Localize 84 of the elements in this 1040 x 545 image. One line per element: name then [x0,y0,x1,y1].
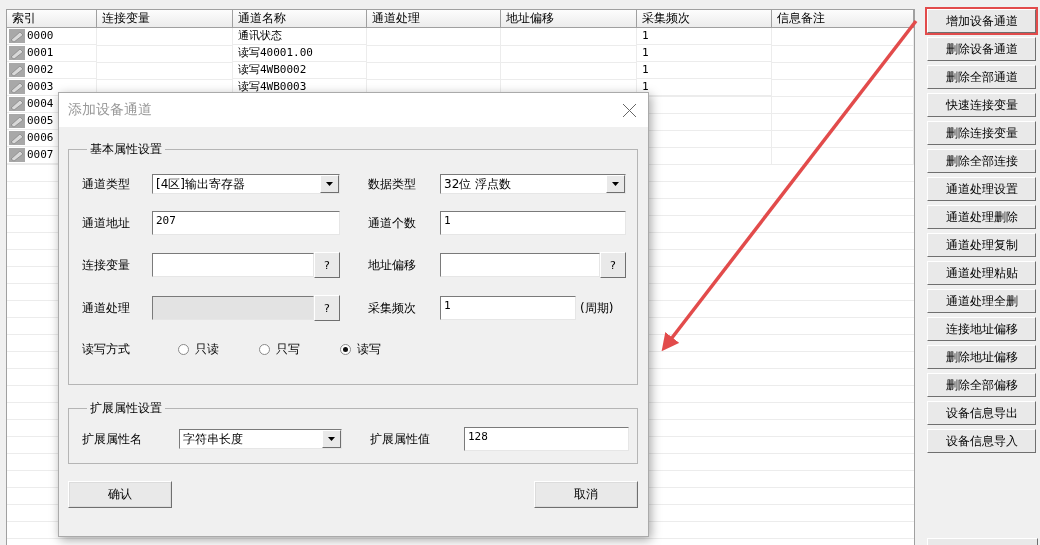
field-label: 通道个数 [368,214,417,232]
table-cell: 通讯状态 [233,28,367,45]
input-field[interactable]: 1 [440,211,626,235]
chip-icon [9,29,25,43]
index-text: 0000 [27,28,54,44]
toolbar-button[interactable]: 通道处理设置 [927,177,1036,201]
dropdown-value: 32位 浮点数 [444,175,512,193]
field-label: 扩展属性值 [370,430,431,448]
field-label: 读写方式 [82,341,131,358]
chip-icon [9,131,25,145]
radio-button[interactable] [178,344,189,355]
dialog-button[interactable]: 取消 [534,481,638,508]
radio-option[interactable]: 只写 [259,341,300,358]
index-text: 0003 [27,79,54,95]
toolbar-button[interactable]: 设备信息导出 [927,401,1036,425]
index-text: 0004 [27,96,54,112]
index-text: 0005 [27,113,54,129]
help-button[interactable]: ? [314,252,340,278]
toolbar-button[interactable]: 删除全部连接 [927,149,1036,173]
group-title: 基本属性设置 [89,141,163,158]
toolbar-button[interactable]: 通道处理删除 [927,205,1036,229]
unit-label: (周期) [580,299,614,317]
dropdown[interactable]: [4区]输出寄存器 [152,174,340,194]
chip-icon [9,97,25,111]
dialog-title: 添加设备通道 [68,101,152,119]
index-text: 0006 [27,130,54,146]
input-field[interactable] [440,253,600,277]
field-label: 扩展属性名 [82,430,143,448]
input-field[interactable]: 128 [464,427,629,451]
input-field[interactable] [152,253,314,277]
toolbar-button[interactable]: 删除设备通道 [927,37,1036,61]
column-header[interactable]: 信息备注 [772,10,914,28]
table-cell: 读写4WB0002 [233,62,367,79]
close-icon[interactable] [623,103,636,117]
table-cell: 1 [637,62,772,79]
radio-option[interactable]: 只读 [178,341,219,358]
dropdown[interactable]: 字符串长度 [179,429,342,449]
table-cell: 1 [637,45,772,62]
field-label: 通道地址 [82,214,131,232]
dropdown-value: [4区]输出寄存器 [156,175,245,193]
dropdown[interactable]: 32位 浮点数 [440,174,626,194]
table-cell: 1 [637,28,772,45]
column-header[interactable]: 索引 [7,10,97,28]
toolbar-button[interactable]: 设备信息导入 [927,429,1036,453]
index-text: 0002 [27,62,54,78]
chip-icon [9,148,25,162]
toolbar-button[interactable]: 通道处理复制 [927,233,1036,257]
toolbar-button[interactable]: 快速连接变量 [927,93,1036,117]
toolbar-button[interactable]: 通道处理粘贴 [927,261,1036,285]
help-button[interactable]: ? [600,252,626,278]
field-label: 通道类型 [82,175,131,193]
group-title: 扩展属性设置 [89,400,163,417]
column-header[interactable]: 通道处理 [367,10,501,28]
field-label: 数据类型 [368,175,417,193]
dialog-button[interactable]: 确认 [68,481,172,508]
field-label: 连接变量 [82,256,131,274]
field-label: 通道处理 [82,299,131,317]
dropdown-value: 字符串长度 [183,430,243,448]
radio-option[interactable]: 读写 [340,341,381,358]
column-header[interactable]: 通道名称 [233,10,367,28]
radio-button[interactable] [340,344,351,355]
toolbar-button[interactable]: 增加设备通道 [927,9,1036,33]
toolbar-button[interactable]: 删除全部偏移 [927,373,1036,397]
column-header[interactable]: 地址偏移 [501,10,637,28]
toolbar-button[interactable]: 删除连接变量 [927,121,1036,145]
toolbar-button[interactable]: 通道处理全删 [927,289,1036,313]
input-field[interactable]: 207 [152,211,340,235]
index-text: 0001 [27,45,54,61]
input-field[interactable]: 1 [440,296,576,320]
field-label: 采集频次 [368,299,417,317]
toolbar-button[interactable]: 连接地址偏移 [927,317,1036,341]
chip-icon [9,46,25,60]
chip-icon [9,114,25,128]
index-text: 0007 [27,147,54,163]
field-label: 地址偏移 [368,256,417,274]
table-cell: 1 [637,79,772,96]
table-cell: 读写40001.00 [233,45,367,62]
column-header[interactable]: 采集频次 [637,10,772,28]
chip-icon [9,63,25,77]
toolbar-button[interactable]: 删除地址偏移 [927,345,1036,369]
radio-button[interactable] [259,344,270,355]
toolbar-button[interactable]: 删除全部通道 [927,65,1036,89]
column-header[interactable]: 连接变量 [97,10,233,28]
chip-icon [9,80,25,94]
